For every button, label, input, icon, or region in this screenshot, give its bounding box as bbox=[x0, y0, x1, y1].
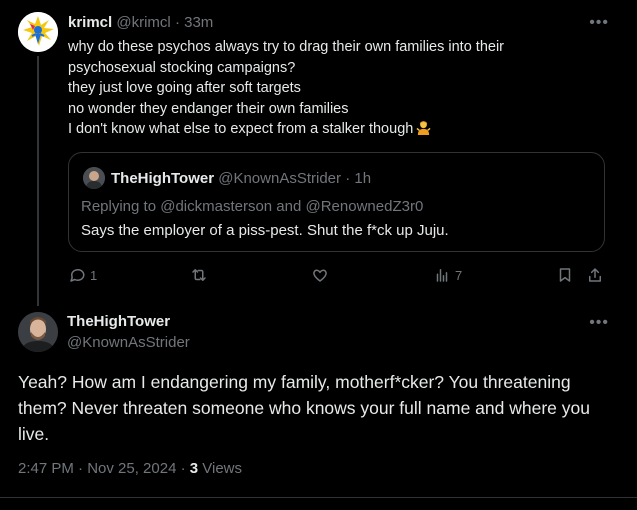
quoted-tweet-header: TheHighTower @KnownAsStrider · 1h bbox=[111, 170, 371, 187]
tweet-thread: krimcl @krimcl · 33m ••• why do these ps… bbox=[0, 0, 637, 510]
share-button[interactable] bbox=[586, 266, 604, 284]
retweet-button[interactable] bbox=[190, 266, 208, 284]
main-tweet-text: Yeah? How am I endangering my family, mo… bbox=[18, 372, 590, 444]
tweet-text-line: I don't know what else to expect from a … bbox=[68, 121, 414, 137]
views-button[interactable]: 7 bbox=[433, 266, 462, 284]
more-options-icon[interactable]: ••• bbox=[589, 14, 609, 32]
views-label: Views bbox=[198, 460, 243, 477]
tweet-text-line: psychosexual stocking campaigns? bbox=[68, 59, 296, 76]
tweet-timestamp[interactable]: 2:47 PM · Nov 25, 2024 · bbox=[18, 460, 190, 477]
share-icon bbox=[589, 268, 601, 282]
bookmark-icon bbox=[559, 268, 571, 282]
avatar[interactable] bbox=[18, 12, 58, 52]
tweet-text-line: they just love going after soft targets bbox=[68, 80, 301, 96]
separator-dot: · bbox=[345, 170, 351, 187]
parent-tweet-header: krimcl @krimcl · 33m bbox=[68, 14, 213, 31]
parent-tweet-text: why do these psychos always try to drag … bbox=[68, 37, 608, 140]
author-name[interactable]: krimcl bbox=[68, 14, 112, 31]
bookmark-button[interactable] bbox=[556, 266, 574, 284]
views-count: 3 bbox=[189, 460, 199, 477]
author-handle[interactable]: @KnownAsStrider bbox=[67, 334, 190, 351]
author-name[interactable]: TheHighTower bbox=[67, 313, 170, 330]
views-icon bbox=[436, 269, 448, 282]
like-icon bbox=[313, 269, 327, 282]
more-options-icon[interactable]: ••• bbox=[589, 314, 609, 332]
person-shrugging-emoji bbox=[416, 121, 431, 135]
quoted-tweet[interactable]: TheHighTower @KnownAsStrider · 1h Replyi… bbox=[68, 152, 605, 252]
tweet-actions: 1 7 bbox=[68, 266, 608, 288]
avatar[interactable] bbox=[18, 312, 58, 352]
tweet-text-line-last: I don't know what else to expect from a … bbox=[68, 119, 608, 140]
tweet-time[interactable]: 33m bbox=[184, 14, 213, 31]
quoted-author-name[interactable]: TheHighTower bbox=[111, 170, 214, 187]
quoted-tweet-text: Says the employer of a piss-pest. Shut t… bbox=[81, 222, 449, 239]
reply-count: 1 bbox=[90, 267, 98, 283]
replying-to: Replying to @dickmasterson and @Renowned… bbox=[81, 198, 424, 215]
quoted-author-handle[interactable]: @KnownAsStrider bbox=[218, 170, 341, 187]
tweet-text-line: why do these psychos always try to drag … bbox=[68, 39, 505, 55]
quoted-avatar[interactable] bbox=[83, 167, 105, 189]
views-count: 7 bbox=[455, 267, 463, 283]
separator-dot: · bbox=[174, 14, 180, 31]
reply-icon bbox=[70, 268, 85, 282]
retweet-icon bbox=[192, 269, 206, 281]
tweet-meta: 2:47 PM · Nov 25, 2024 · 3 Views bbox=[18, 460, 242, 477]
thread-line bbox=[37, 56, 39, 306]
quoted-tweet-time[interactable]: 1h bbox=[354, 170, 371, 187]
tweet-text-line: no wonder they endanger their own famili… bbox=[68, 100, 349, 117]
author-handle[interactable]: @krimcl bbox=[116, 14, 170, 31]
divider bbox=[0, 497, 637, 498]
like-button[interactable] bbox=[311, 266, 329, 284]
reply-button[interactable]: 1 bbox=[68, 266, 97, 284]
